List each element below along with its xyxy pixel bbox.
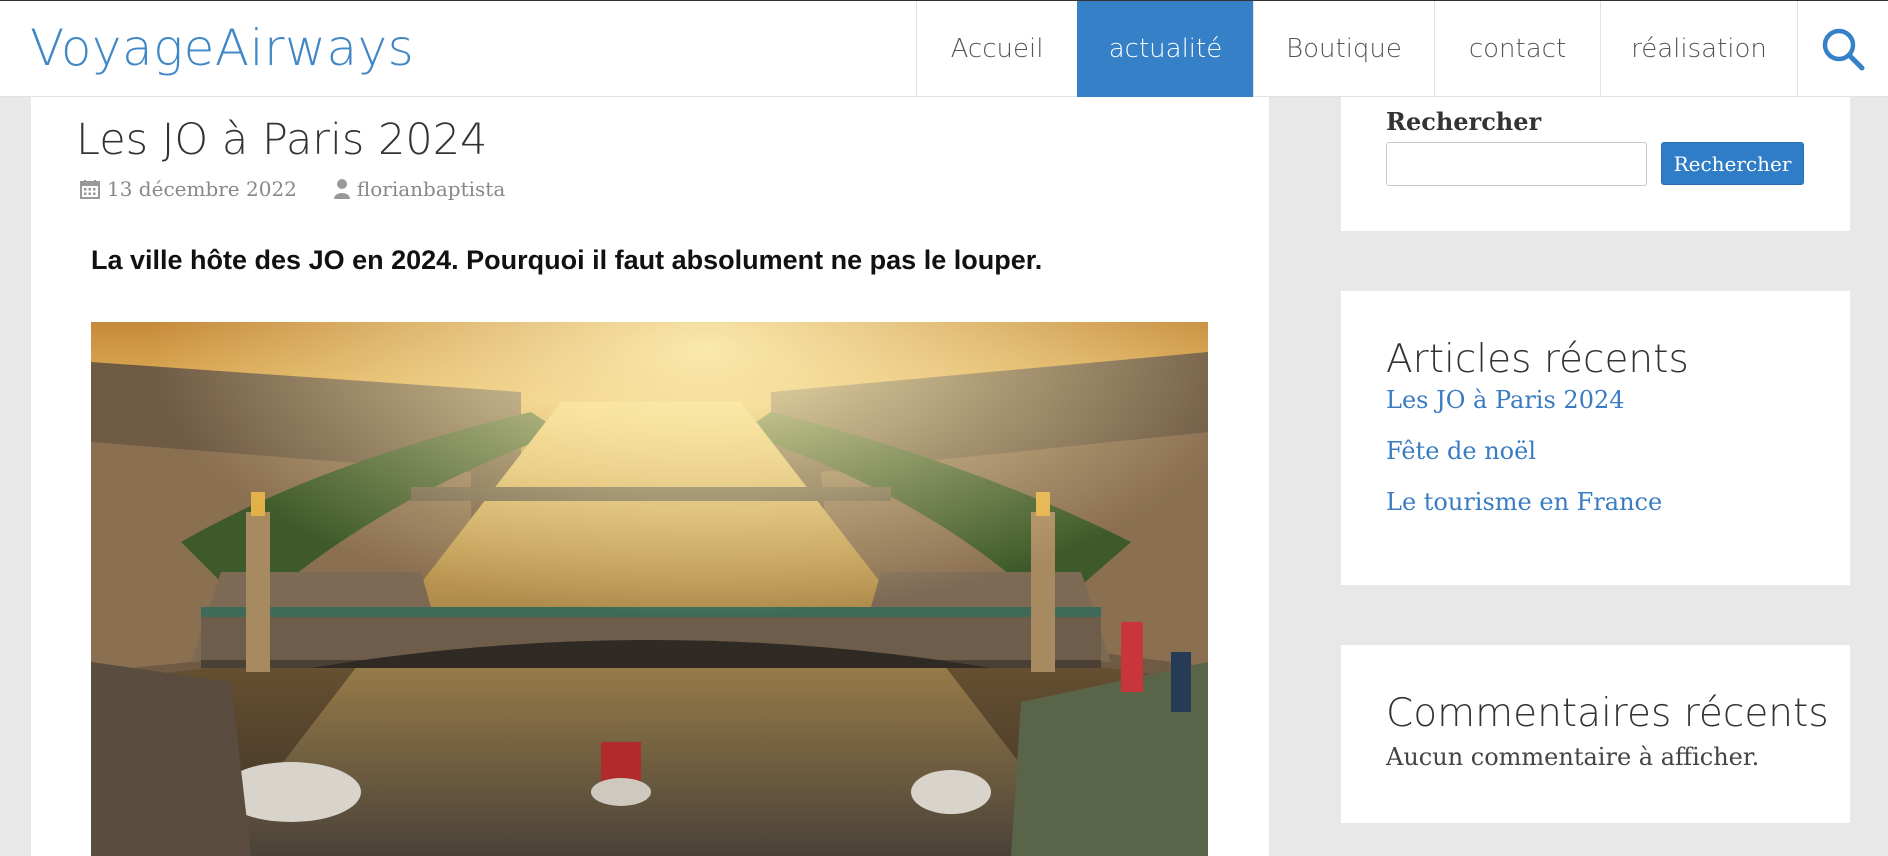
post-author-wrapper: florianbaptista [333, 177, 505, 201]
search-submit-button[interactable]: Rechercher [1661, 142, 1804, 185]
post-meta: 13 décembre 2022 florianbaptista [79, 177, 505, 201]
nav-item-actualite[interactable]: actualité [1077, 1, 1253, 97]
user-icon [333, 178, 351, 200]
nav-item-realisation[interactable]: réalisation [1600, 1, 1797, 97]
post-title[interactable]: Les JO à Paris 2024 [76, 115, 487, 165]
site-header: VoyageAirways Accueil actualité Boutique… [0, 0, 1888, 97]
search-widget: Rechercher Rechercher [1341, 97, 1850, 231]
search-input[interactable] [1386, 142, 1647, 186]
search-widget-label: Rechercher [1386, 107, 1542, 136]
post-author[interactable]: florianbaptista [357, 177, 505, 201]
recent-post-link[interactable]: Fête de noël [1386, 436, 1662, 487]
recent-posts-list: Les JO à Paris 2024 Fête de noël Le tour… [1386, 385, 1662, 538]
nav-item-boutique[interactable]: Boutique [1253, 1, 1434, 97]
recent-posts-title: Articles récents [1386, 337, 1689, 382]
recent-post-link[interactable]: Les JO à Paris 2024 [1386, 385, 1662, 436]
post-date[interactable]: 13 décembre 2022 [107, 177, 297, 201]
recent-posts-widget: Articles récents Les JO à Paris 2024 Fêt… [1341, 291, 1850, 585]
nav-item-accueil[interactable]: Accueil [916, 1, 1077, 97]
recent-post-link[interactable]: Le tourisme en France [1386, 487, 1662, 538]
main-nav: Accueil actualité Boutique contact réali… [916, 1, 1888, 97]
search-icon [1822, 28, 1865, 71]
article-card: Les JO à Paris 2024 13 décembre 2022 flo… [31, 97, 1269, 856]
no-comments-text: Aucun commentaire à afficher. [1386, 743, 1760, 771]
recent-comments-title: Commentaires récents [1386, 691, 1829, 736]
calendar-icon [79, 178, 101, 200]
nav-item-contact[interactable]: contact [1434, 1, 1600, 97]
recent-comments-widget: Commentaires récents Aucun commentaire à… [1341, 645, 1850, 823]
post-hero-image [91, 322, 1208, 856]
site-logo[interactable]: VoyageAirways [30, 19, 414, 77]
search-toggle-button[interactable] [1797, 1, 1888, 97]
post-subtitle: La ville hôte des JO en 2024. Pourquoi i… [91, 245, 1043, 275]
